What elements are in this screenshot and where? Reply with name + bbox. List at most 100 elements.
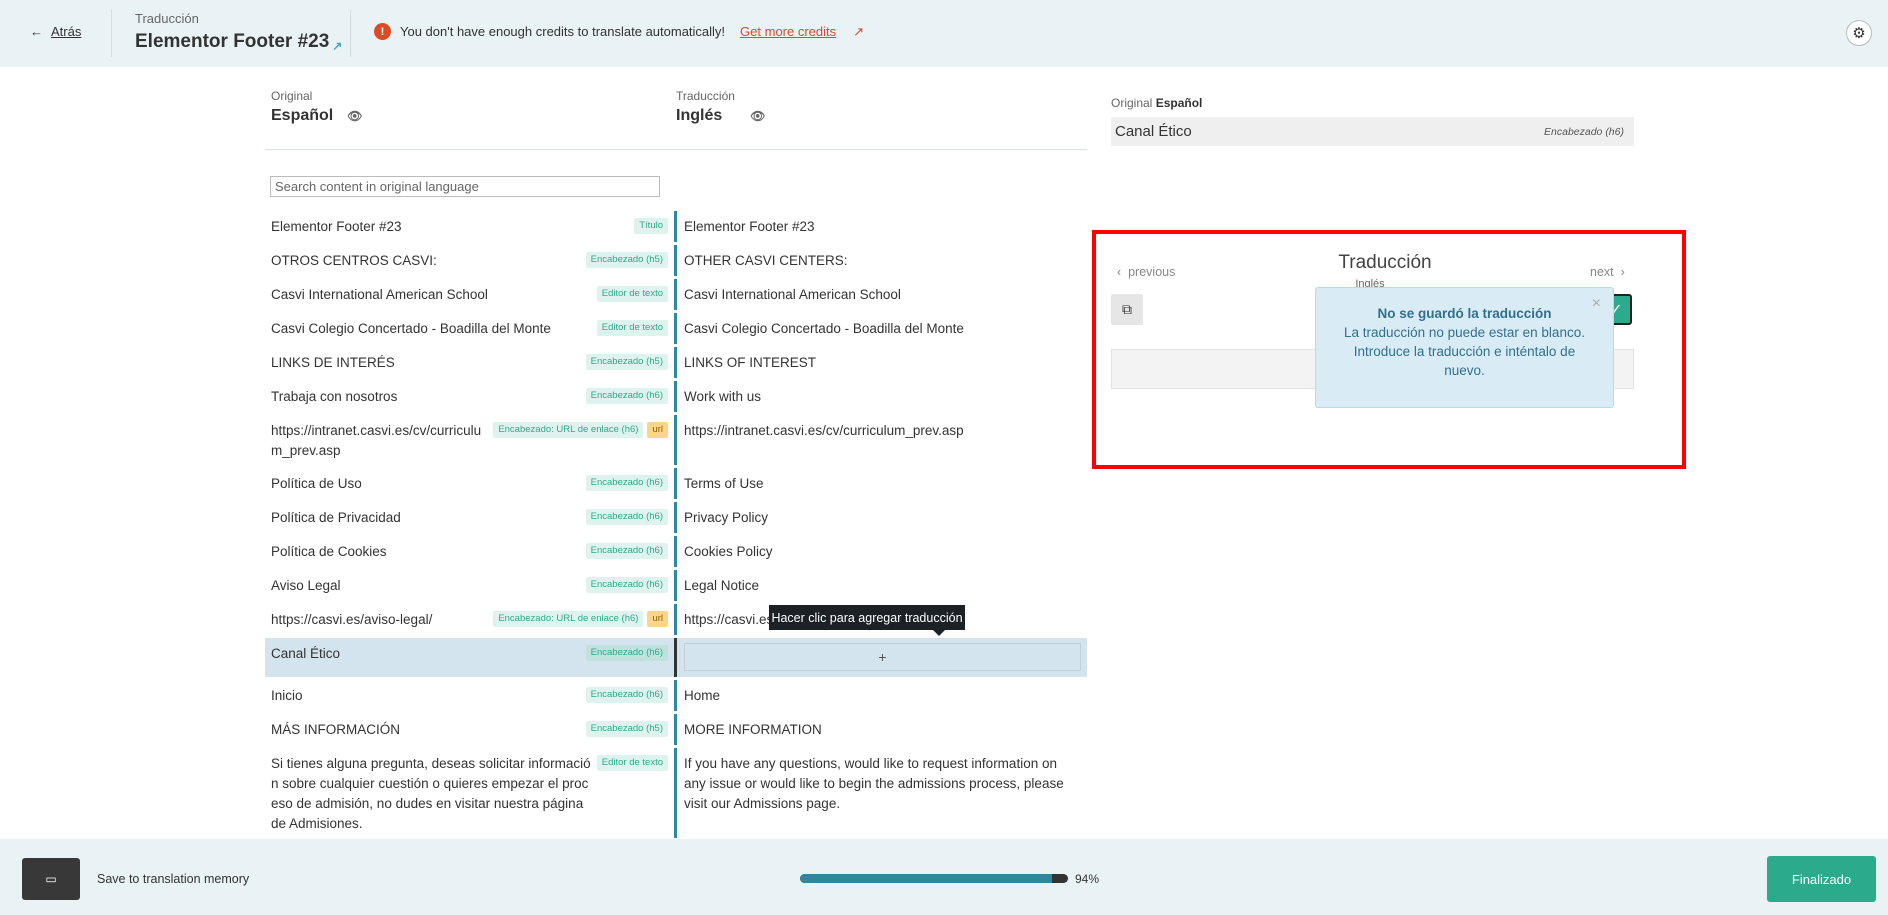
divider [111, 10, 112, 57]
string-row[interactable]: OTROS CENTROS CASVI: Encabezado (h5) OTHER… [265, 245, 1087, 276]
back-label: Atrás [51, 24, 82, 39]
error-toast: × No se guardó la traducción La traducción… [1315, 287, 1614, 408]
translation-cell[interactable]: https://intranet.casvi.es/cv/curriculum_… [674, 415, 1087, 465]
original-text: Canal Ético [271, 646, 341, 661]
progress-label: 94% [1075, 872, 1100, 886]
original-cell[interactable]: Trabaja con nosotros Encabezado (h6) [265, 381, 674, 412]
translation-cell[interactable]: Casvi International American School [674, 279, 1087, 310]
string-row[interactable]: Aviso Legal Encabezado (h6) Legal Notice [265, 570, 1087, 601]
translation-cell[interactable]: OTHER CASVI CENTERS: [674, 245, 1087, 276]
string-row[interactable]: MÁS INFORMACIÓN Encabezado (h5) MORE INFOR… [265, 714, 1087, 745]
translation-text: Terms of Use [684, 476, 764, 491]
original-cell[interactable]: Política de Cookies Encabezado (h6) [265, 536, 674, 567]
string-row[interactable]: Canal Ético Encabezado (h6) + [265, 638, 1087, 677]
divider [265, 149, 1087, 150]
translation-text: OTHER CASVI CENTERS: [684, 253, 848, 268]
original-cell[interactable]: Política de Uso Encabezado (h6) [265, 468, 674, 499]
translation-text: https://intranet.casvi.es/cv/curriculum_… [684, 423, 964, 438]
settings-button[interactable]: ⚙ [1846, 20, 1872, 46]
footer-bar: ▭ Save to translation memory 94% Finaliz… [0, 839, 1888, 915]
toast-body: La traducción no puede estar en blanco. … [1344, 325, 1585, 378]
original-cell[interactable]: Casvi International American School Edito… [265, 279, 674, 310]
translation-text: Elementor Footer #23 [684, 219, 815, 234]
warning-icon: ! [374, 23, 391, 40]
close-icon[interactable]: × [1592, 294, 1601, 313]
original-text: Si tienes alguna pregunta, deseas solici… [271, 756, 591, 831]
original-cell[interactable]: LINKS DE INTERÉS Encabezado (h5) [265, 347, 674, 378]
original-cell[interactable]: https://casvi.es/aviso-legal/Encabezado:… [265, 604, 674, 635]
string-row[interactable]: Inicio Encabezado (h6) Home [265, 680, 1087, 711]
type-tag: Encabezado (h6) [585, 687, 668, 703]
original-text: Aviso Legal [271, 578, 341, 593]
original-cell[interactable]: Canal Ético Encabezado (h6) [265, 638, 674, 677]
string-row[interactable]: Elementor Footer #23 Título Elementor Foot… [265, 211, 1087, 242]
type-tag: Encabezado (h5) [585, 252, 668, 268]
type-tag: Encabezado: URL de enlace (h6) [493, 422, 644, 438]
external-link-icon[interactable]: ↗ [332, 39, 342, 53]
section-label: Traducción [135, 11, 199, 26]
translation-memory-button[interactable]: ▭ [22, 858, 80, 900]
translation-cell[interactable]: Privacy Policy [674, 502, 1087, 533]
string-row[interactable]: https://intranet.casvi.es/cv/curriculum_… [265, 415, 1087, 465]
original-cell[interactable]: Inicio Encabezado (h6) [265, 680, 674, 711]
tooltip: Hacer clic para agregar traducción [769, 605, 965, 636]
translation-text: Home [684, 688, 721, 703]
original-label: Original [271, 89, 313, 103]
page-title: Elementor Footer #23 [135, 31, 330, 52]
original-cell[interactable]: Política de Privacidad Encabezado (h6) [265, 502, 674, 533]
translation-cell[interactable]: Casvi Colegio Concertado - Boadilla del … [674, 313, 1087, 344]
string-row[interactable]: Política de Uso Encabezado (h6) Terms of U… [265, 468, 1087, 499]
translation-cell[interactable]: + [674, 638, 1087, 677]
original-cell[interactable]: https://intranet.casvi.es/cv/curriculum_… [265, 415, 674, 465]
eye-slash-icon[interactable]: 👁 [750, 109, 765, 123]
original-text: Trabaja con nosotros [271, 389, 398, 404]
eye-slash-icon[interactable]: 👁 [347, 109, 362, 123]
original-cell[interactable]: Elementor Footer #23 Título [265, 211, 674, 242]
translation-cell[interactable]: Elementor Footer #23 [674, 211, 1087, 242]
string-row[interactable]: Si tienes alguna pregunta, deseas solici… [265, 748, 1087, 838]
original-cell[interactable]: MÁS INFORMACIÓN Encabezado (h5) [265, 714, 674, 745]
credits-alert: ! You don't have enough credits to transl… [374, 23, 864, 40]
string-row[interactable]: Política de Privacidad Encabezado (h6) Pri… [265, 502, 1087, 533]
back-link[interactable]: ← Atrás [30, 24, 81, 39]
translation-cell[interactable]: If you have any questions, would like to… [674, 748, 1087, 838]
original-text: OTROS CENTROS CASVI: [271, 253, 437, 268]
string-row[interactable]: Casvi International American School Edito… [265, 279, 1087, 310]
string-row[interactable]: Trabaja con nosotros Encabezado (h6) Work … [265, 381, 1087, 412]
original-cell[interactable]: Si tienes alguna pregunta, deseas solici… [265, 748, 674, 838]
external-link-icon[interactable]: ↗ [853, 24, 864, 40]
type-tag: Editor de texto [596, 320, 668, 336]
string-row[interactable]: LINKS DE INTERÉS Encabezado (h5) LINKS OF … [265, 347, 1087, 378]
gear-icon: ⚙ [1852, 25, 1866, 42]
finish-button[interactable]: Finalizado [1767, 856, 1876, 902]
translation-cell[interactable]: Legal Notice [674, 570, 1087, 601]
translation-text: Legal Notice [684, 578, 760, 593]
right-original-header: Original Español [1111, 96, 1202, 110]
original-text: LINKS DE INTERÉS [271, 355, 395, 370]
translation-cell[interactable]: Home [674, 680, 1087, 711]
string-row[interactable]: Política de Cookies Encabezado (h6) Cookie… [265, 536, 1087, 567]
original-cell[interactable]: Casvi Colegio Concertado - Boadilla del … [265, 313, 674, 344]
divider [350, 10, 351, 57]
original-text: Canal Ético [1115, 123, 1192, 140]
translation-cell[interactable]: Terms of Use [674, 468, 1087, 499]
translation-cell[interactable]: LINKS OF INTEREST [674, 347, 1087, 378]
get-more-credits-link[interactable]: Get more credits [740, 24, 836, 39]
original-cell[interactable]: Aviso Legal Encabezado (h6) [265, 570, 674, 601]
type-tag: Encabezado (h5) [585, 354, 668, 370]
original-text: Inicio [271, 688, 303, 703]
translation-language: Inglés [676, 107, 723, 124]
string-type: Encabezado (h6) [1544, 125, 1624, 138]
translation-cell[interactable]: Cookies Policy [674, 536, 1087, 567]
translation-column-header: Traducción Inglés 👁 [676, 89, 765, 125]
string-row[interactable]: Casvi Colegio Concertado - Boadilla del … [265, 313, 1087, 344]
comment-icon: ▭ [45, 872, 57, 886]
translation-text: Cookies Policy [684, 544, 773, 559]
translation-cell[interactable]: MORE INFORMATION [674, 714, 1087, 745]
translation-cell[interactable]: Work with us [674, 381, 1087, 412]
original-cell[interactable]: OTROS CENTROS CASVI: Encabezado (h5) [265, 245, 674, 276]
translation-text: If you have any questions, would like to… [684, 756, 1064, 811]
add-translation-button[interactable]: + [684, 643, 1081, 671]
translation-memory-label: Save to translation memory [97, 872, 250, 886]
search-input[interactable] [270, 176, 660, 197]
